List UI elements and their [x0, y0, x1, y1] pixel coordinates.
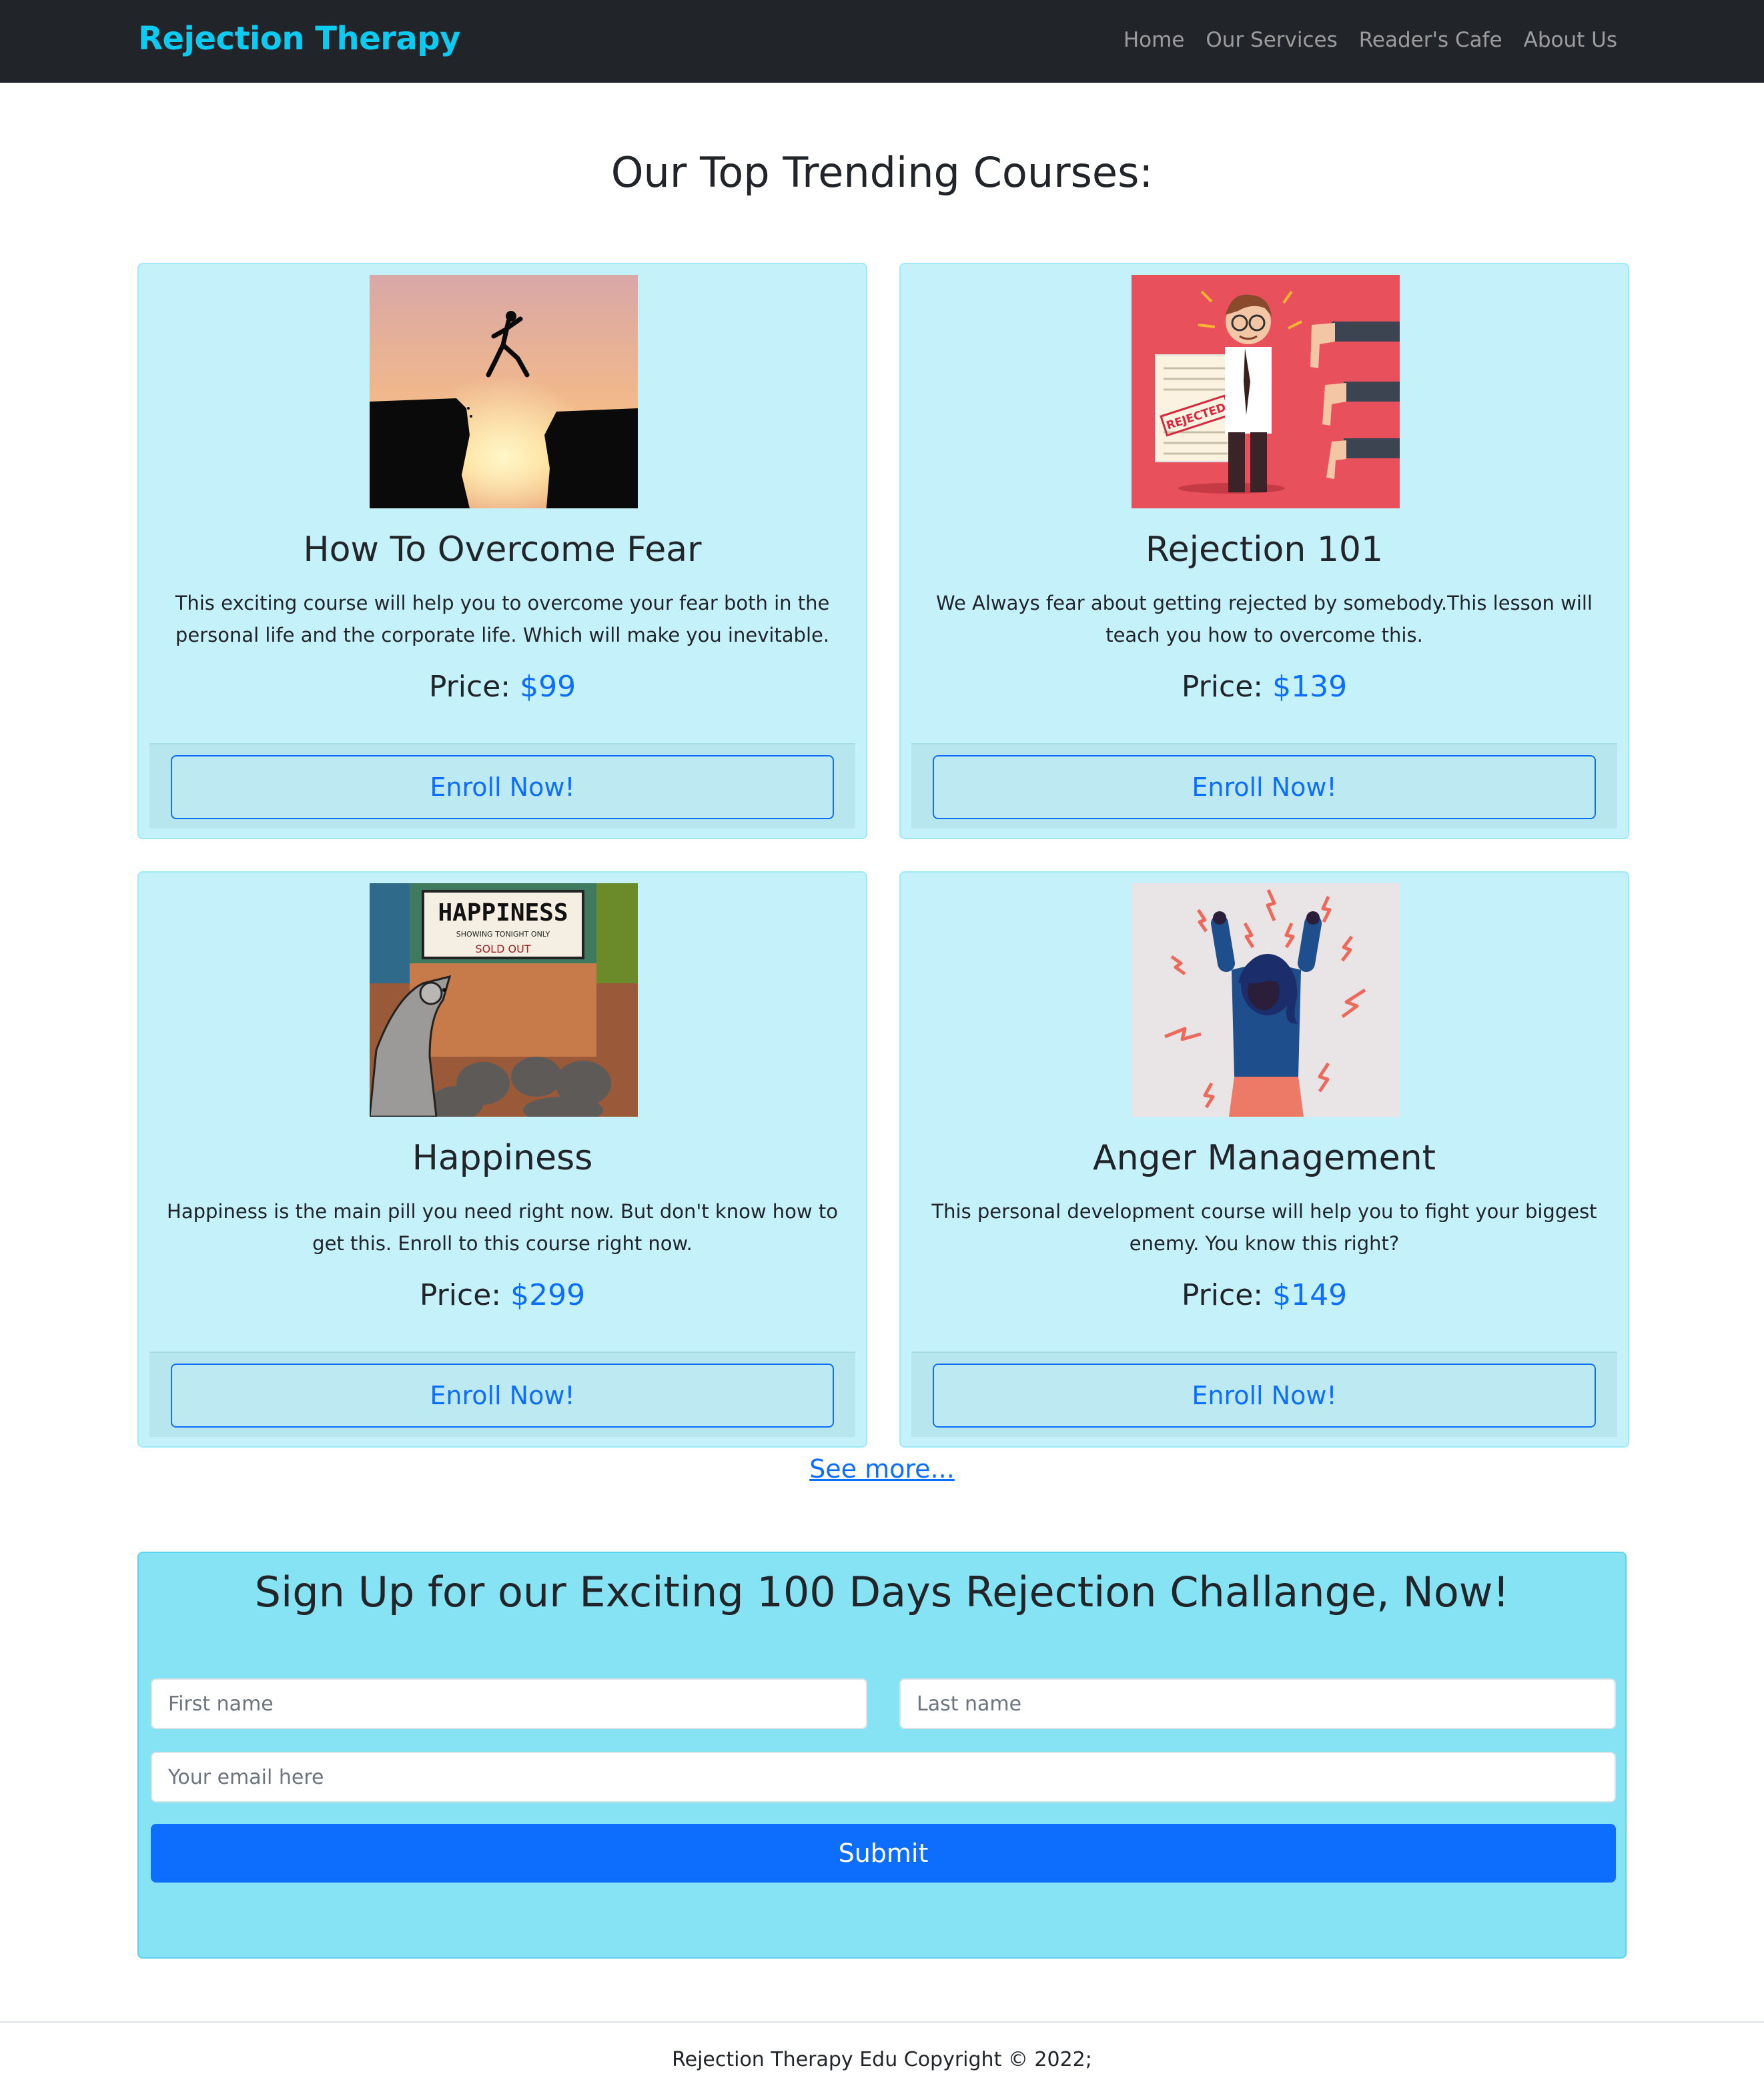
submit-button[interactable]: Submit [151, 1824, 1616, 1883]
angry-woman-image [1132, 883, 1400, 1117]
price-amount: $99 [520, 670, 576, 704]
course-title: How To Overcome Fear [303, 530, 702, 570]
card-footer: Enroll Now! [911, 743, 1617, 829]
course-title: Rejection 101 [1145, 530, 1384, 570]
course-description: Happiness is the main pill you need righ… [167, 1200, 838, 1255]
enroll-button[interactable]: Enroll Now! [171, 755, 834, 819]
course-card-rejection: REJECTED Rejection 101 We Always fear ab… [899, 263, 1629, 839]
happiness-sign-soldout: SOLD OUT [475, 943, 530, 955]
price-amount: $299 [510, 1278, 586, 1312]
last-name-input[interactable] [899, 1678, 1616, 1729]
course-description: We Always fear about getting rejected by… [936, 592, 1593, 646]
navbar: Rejection Therapy Home Our Services Read… [0, 0, 1764, 83]
course-price: Price: $139 [901, 670, 1628, 704]
course-card-fear: How To Overcome Fear This exciting cours… [137, 263, 867, 839]
signup-title: Sign Up for our Exciting 100 Days Reject… [254, 1568, 1510, 1616]
course-description: This personal development course will he… [931, 1200, 1597, 1255]
happiness-sign-text: HAPPINESS [438, 899, 568, 927]
signup-section: Sign Up for our Exciting 100 Days Reject… [137, 1552, 1627, 1959]
course-price: Price: $149 [901, 1278, 1628, 1312]
email-input[interactable] [151, 1752, 1616, 1802]
brand-logo[interactable]: Rejection Therapy [138, 20, 460, 57]
jump-silhouette-image [370, 275, 638, 508]
page-title: Our Top Trending Courses: [610, 148, 1154, 197]
enroll-button[interactable]: Enroll Now! [933, 1364, 1596, 1428]
card-footer: Enroll Now! [149, 1352, 855, 1437]
course-title: Happiness [412, 1138, 593, 1178]
card-footer: Enroll Now! [149, 743, 855, 829]
enroll-button[interactable]: Enroll Now! [171, 1364, 834, 1428]
price-amount: $149 [1272, 1278, 1348, 1312]
course-card-happiness: HAPPINESS SHOWING TONIGHT ONLY SOLD OUT … [137, 871, 867, 1448]
happiness-rats-image: HAPPINESS SHOWING TONIGHT ONLY SOLD OUT [370, 883, 638, 1117]
nav-link-home[interactable]: Home [1124, 28, 1185, 52]
course-price: Price: $99 [139, 670, 866, 704]
first-name-input[interactable] [151, 1678, 867, 1729]
rejected-man-image: REJECTED [1132, 275, 1400, 508]
price-label: Price: [1181, 1278, 1264, 1312]
nav-link-about[interactable]: About Us [1524, 28, 1617, 52]
enroll-button[interactable]: Enroll Now! [933, 755, 1596, 819]
price-label: Price: [428, 670, 511, 704]
price-label: Price: [419, 1278, 502, 1312]
nav-links: Home Our Services Reader's Cafe About Us [1124, 28, 1617, 52]
footer-copyright: Rejection Therapy Edu Copyright © 2022; [672, 2048, 1092, 2071]
course-title: Anger Management [1093, 1138, 1436, 1178]
see-more-link[interactable]: See more... [0, 1454, 1764, 1484]
happiness-sign-sub: SHOWING TONIGHT ONLY [456, 930, 550, 939]
nav-link-services[interactable]: Our Services [1206, 28, 1337, 52]
footer-divider [0, 2021, 1764, 2023]
price-label: Price: [1181, 670, 1264, 704]
price-amount: $139 [1272, 670, 1348, 704]
card-footer: Enroll Now! [911, 1352, 1617, 1437]
course-description: This exciting course will help you to ov… [175, 592, 830, 646]
course-price: Price: $299 [139, 1278, 866, 1312]
course-card-anger: Anger Management This personal developme… [899, 871, 1629, 1448]
nav-link-readers-cafe[interactable]: Reader's Cafe [1359, 28, 1502, 52]
